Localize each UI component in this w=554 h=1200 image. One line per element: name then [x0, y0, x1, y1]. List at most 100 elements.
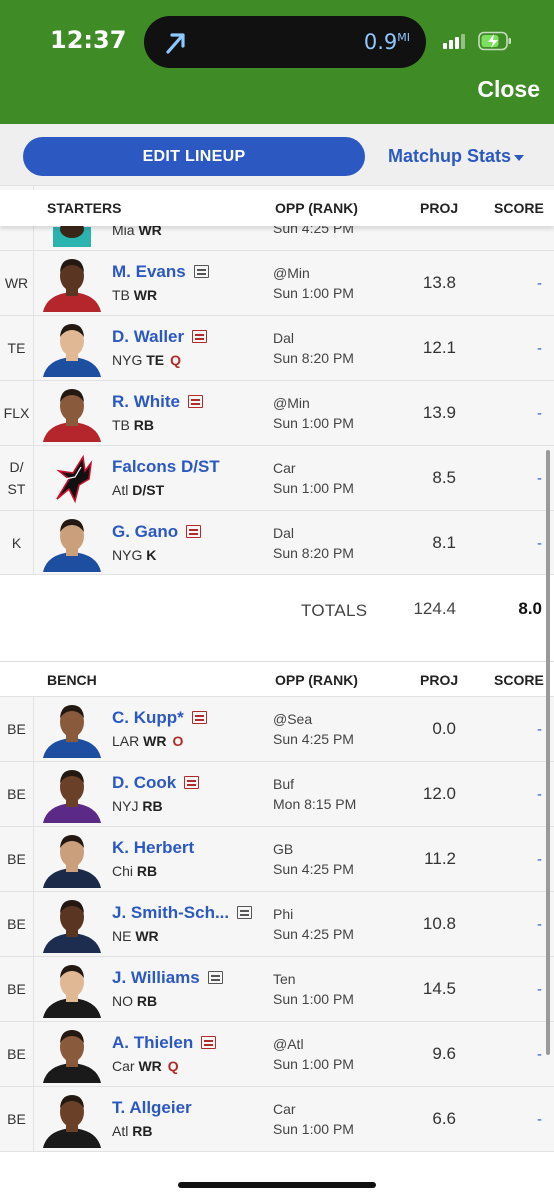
table-row[interactable]: FLX R. White TB RB @Min Sun 1:00 PM 13.9 - [0, 380, 554, 445]
score-value[interactable]: - [537, 470, 542, 487]
scrollbar[interactable] [546, 450, 550, 1055]
score-value[interactable]: - [537, 851, 542, 868]
player-photo[interactable] [39, 384, 105, 442]
player-photo[interactable] [39, 254, 105, 312]
player-photo[interactable] [39, 319, 105, 377]
player-photo[interactable] [39, 1090, 105, 1148]
player-name-link[interactable]: J. Williams [112, 968, 200, 988]
chevron-down-icon[interactable] [514, 155, 524, 161]
news-icon[interactable] [194, 265, 209, 278]
player-name-link[interactable]: G. Gano [112, 522, 178, 542]
slot-label[interactable]: K [0, 511, 34, 575]
table-row[interactable]: WR M. Evans TB WR @Min Sun 1:00 PM 13.8 - [0, 250, 554, 315]
news-icon[interactable] [188, 395, 203, 408]
score-value[interactable]: - [537, 340, 542, 357]
slot-label[interactable]: WR [0, 251, 34, 315]
opponent: Buf [273, 776, 295, 792]
bench-header: BENCH OPP (RANK) PROJ SCORE [0, 661, 554, 697]
opponent: @Min [273, 265, 310, 281]
player-name-link[interactable]: R. White [112, 392, 180, 412]
dynamic-island[interactable]: 0.9MI [144, 16, 426, 68]
player-photo[interactable] [39, 700, 105, 758]
column-opp[interactable]: OPP (RANK) [275, 672, 358, 688]
position: D/ST [132, 482, 165, 498]
player-name-link[interactable]: D. Cook [112, 773, 176, 793]
score-value[interactable]: - [537, 981, 542, 998]
score-value[interactable]: - [537, 786, 542, 803]
table-row[interactable]: BE A. Thielen Car WR Q @Atl Sun 1:00 PM 9.6 - [0, 1021, 554, 1086]
news-icon[interactable] [192, 711, 207, 724]
news-icon[interactable] [201, 1036, 216, 1049]
edit-lineup-button[interactable]: EDIT LINEUP [23, 137, 365, 176]
position: RB [142, 798, 163, 814]
player-photo[interactable] [39, 960, 105, 1018]
score-value[interactable]: - [537, 275, 542, 292]
slot-label[interactable]: D/ ST [0, 446, 34, 510]
falcons-logo-icon[interactable] [39, 449, 105, 507]
score-value[interactable]: - [537, 535, 542, 552]
opponent: @Atl [273, 1036, 304, 1052]
slot-label[interactable]: BE [0, 957, 34, 1021]
game-time: Sun 8:20 PM [273, 545, 354, 561]
team-abbr: LAR [112, 733, 140, 749]
news-icon[interactable] [184, 776, 199, 789]
player-name-link[interactable]: T. Allgeier [112, 1098, 192, 1118]
table-row[interactable]: TE D. Waller NYG TE Q Dal Sun 8:20 PM 12.1 - [0, 315, 554, 380]
table-row[interactable]: BE K. Herbert Chi RB GB Sun 4:25 PM 11.2 - [0, 826, 554, 891]
player-photo[interactable] [39, 830, 105, 888]
slot-label[interactable]: BE [0, 892, 34, 956]
player-photo[interactable] [39, 1025, 105, 1083]
player-name-link[interactable]: J. Smith-Sch... [112, 903, 229, 923]
column-proj[interactable]: PROJ [420, 672, 458, 688]
player-name-link[interactable]: D. Waller [112, 327, 184, 347]
player-team-position: Car WR Q [112, 1058, 179, 1074]
table-row[interactable]: D/ ST Falcons D/ST Atl D/ST Car Sun 1:00 PM 8… [0, 445, 554, 510]
player-name-link[interactable]: M. Evans [112, 262, 186, 282]
opponent: Dal [273, 525, 295, 541]
table-row[interactable]: BE T. Allgeier Atl RB Car Sun 1:00 PM 6.6 - [0, 1086, 554, 1151]
home-indicator[interactable] [178, 1182, 376, 1188]
matchup-stats-dropdown[interactable]: Matchup Stats [388, 146, 511, 167]
team-abbr: TB [112, 287, 130, 303]
table-row[interactable]: BE J. Williams NO RB Ten Sun 1:00 PM 14.5 - [0, 956, 554, 1021]
slot-label[interactable]: BE [0, 1022, 34, 1086]
game-time: Sun 8:20 PM [273, 350, 354, 366]
table-row[interactable]: BE D. Cook NYJ RB Buf Mon 8:15 PM 12.0 - [0, 761, 554, 826]
player-photo[interactable] [39, 895, 105, 953]
slot-label[interactable]: FLX [0, 381, 34, 445]
slot-label[interactable]: BE [0, 762, 34, 826]
table-row[interactable]: K G. Gano NYG K Dal Sun 8:20 PM 8.1 - [0, 510, 554, 575]
column-opp[interactable]: OPP (RANK) [275, 200, 358, 216]
slot-label[interactable]: BE [0, 697, 34, 761]
totals-score: 8.0 [518, 599, 542, 618]
projected-points: 10.8 [422, 914, 456, 933]
column-score[interactable]: SCORE [494, 200, 544, 216]
table-row[interactable]: BE C. Kupp* LAR WR O @Sea Sun 4:25 PM 0.0 - [0, 696, 554, 761]
close-button[interactable]: Close [477, 76, 540, 103]
player-photo[interactable] [39, 514, 105, 572]
slot-label[interactable]: BE [0, 827, 34, 891]
score-value[interactable]: - [537, 1046, 542, 1063]
slot-label[interactable]: TE [0, 316, 34, 380]
news-icon[interactable] [186, 525, 201, 538]
player-photo[interactable] [39, 765, 105, 823]
column-proj[interactable]: PROJ [420, 200, 458, 216]
opponent: Ten [273, 971, 296, 987]
score-value[interactable]: - [537, 405, 542, 422]
player-name-link[interactable]: Falcons D/ST [112, 457, 220, 477]
score-value[interactable]: - [537, 916, 542, 933]
news-icon[interactable] [237, 906, 252, 919]
score-value[interactable]: - [537, 1111, 542, 1128]
status-time: 12:37 [50, 26, 127, 54]
game-time: Sun 1:00 PM [273, 1056, 354, 1072]
table-row[interactable]: BE J. Smith-Sch... NE WR Phi Sun 4:25 PM 10.8… [0, 891, 554, 956]
news-icon[interactable] [192, 330, 207, 343]
player-name-link[interactable]: A. Thielen [112, 1033, 193, 1053]
slot-label[interactable]: BE [0, 1087, 34, 1151]
player-name-link[interactable]: K. Herbert [112, 838, 194, 858]
opponent: Dal [273, 330, 295, 346]
column-score[interactable]: SCORE [494, 672, 544, 688]
news-icon[interactable] [208, 971, 223, 984]
score-value[interactable]: - [537, 721, 542, 738]
player-name-link[interactable]: C. Kupp* [112, 708, 184, 728]
